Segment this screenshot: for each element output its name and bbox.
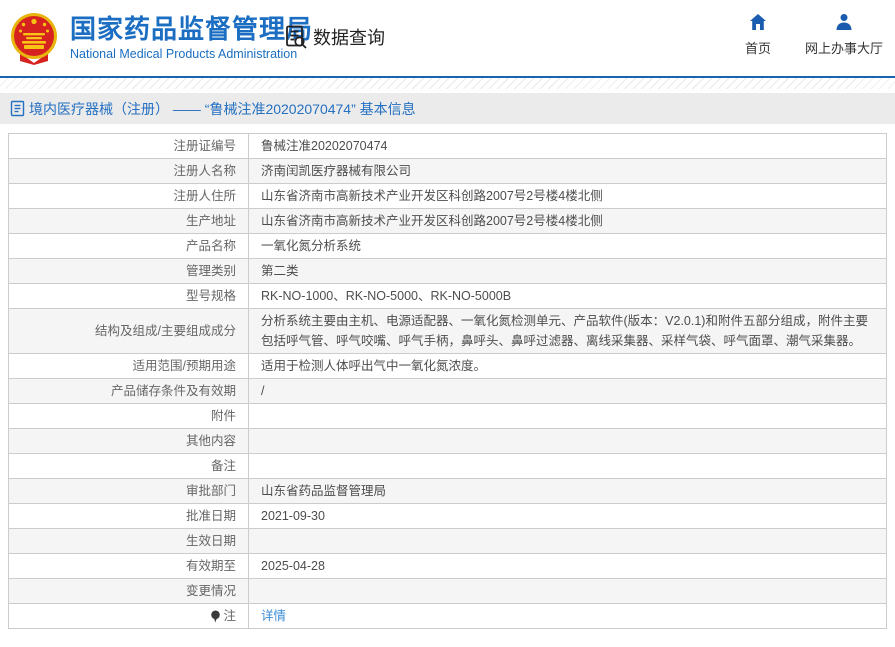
row-value xyxy=(248,528,887,554)
row-label: 附件 xyxy=(8,403,249,429)
row-value: 山东省济南市高新技术产业开发区科创路2007号2号楼4楼北侧 xyxy=(248,183,887,209)
site-header: 国家药品监督管理局 National Medical Products Admi… xyxy=(0,0,895,76)
breadcrumb: 境内医疗器械（注册） —— “鲁械注准20202070474” 基本信息 xyxy=(0,93,895,124)
row-value: 一氧化氮分析系统 xyxy=(248,233,887,259)
table-row: 结构及组成/主要组成成分 分析系统主要由主机、电源适配器、一氧化氮检测单元、产品软… xyxy=(8,308,887,354)
row-label: 其他内容 xyxy=(8,428,249,454)
org-name-cn: 国家药品监督管理局 xyxy=(70,13,314,44)
row-label: 注册证编号 xyxy=(8,133,249,159)
row-value xyxy=(248,403,887,429)
breadcrumb-text: 境内医疗器械（注册） —— “鲁械注准20202070474” 基本信息 xyxy=(29,100,416,117)
row-label: 注 xyxy=(8,603,249,629)
table-row: 备注 xyxy=(8,453,887,479)
row-value: 2025-04-28 xyxy=(248,553,887,579)
row-label: 有效期至 xyxy=(8,553,249,579)
data-query-icon xyxy=(286,25,307,49)
table-row: 附件 xyxy=(8,403,887,429)
table-row: 批准日期 2021-09-30 xyxy=(8,503,887,529)
table-row: 注详情 xyxy=(8,603,887,629)
table-row: 注册人名称 济南闰凯医疗器械有限公司 xyxy=(8,158,887,184)
detail-link[interactable]: 详情 xyxy=(261,609,286,623)
nav-home-label: 首页 xyxy=(744,41,771,56)
row-value: 济南闰凯医疗器械有限公司 xyxy=(248,158,887,184)
row-value: 山东省济南市高新技术产业开发区科创路2007号2号楼4楼北侧 xyxy=(248,208,887,234)
nmpa-logo: 国家药品监督管理局 National Medical Products Admi… xyxy=(10,11,313,65)
note-pin-icon xyxy=(211,610,221,623)
table-row: 管理类别 第二类 xyxy=(8,258,887,284)
nav-home[interactable]: 首页 xyxy=(745,12,771,57)
row-label: 变更情况 xyxy=(8,578,249,604)
row-value: 鲁械注准20202070474 xyxy=(248,133,887,159)
home-icon xyxy=(749,14,766,30)
row-label: 批准日期 xyxy=(8,503,249,529)
document-icon xyxy=(10,100,25,117)
row-value: 2021-09-30 xyxy=(248,503,887,529)
row-label: 生产地址 xyxy=(8,208,249,234)
row-label: 适用范围/预期用途 xyxy=(8,353,249,379)
row-label: 注册人住所 xyxy=(8,183,249,209)
nav-online-service-hall[interactable]: 网上办事大厅 xyxy=(805,12,883,57)
row-label: 产品名称 xyxy=(8,233,249,259)
table-row: 注册证编号 鲁械注准20202070474 xyxy=(8,133,887,159)
user-icon xyxy=(836,14,852,30)
row-label: 注册人名称 xyxy=(8,158,249,184)
row-value xyxy=(248,428,887,454)
registration-info-table: 注册证编号 鲁械注准20202070474 注册人名称 济南闰凯医疗器械有限公司 注册人… xyxy=(8,133,887,629)
data-query-title: 数据查询 xyxy=(283,24,385,50)
row-label: 审批部门 xyxy=(8,478,249,504)
org-name-en: National Medical Products Administration xyxy=(70,47,298,62)
row-label: 产品储存条件及有效期 xyxy=(8,378,249,404)
page: 国家药品监督管理局 National Medical Products Admi… xyxy=(0,0,895,647)
row-value: 山东省药品监督管理局 xyxy=(248,478,887,504)
hatch-band-divider xyxy=(0,78,895,89)
row-value: 详情 xyxy=(248,603,887,629)
row-label: 备注 xyxy=(8,453,249,479)
national-emblem-icon xyxy=(11,13,57,65)
table-row: 生产地址 山东省济南市高新技术产业开发区科创路2007号2号楼4楼北侧 xyxy=(8,208,887,234)
row-value: 适用于检测人体呼出气中一氧化氮浓度。 xyxy=(248,353,887,379)
table-row: 审批部门 山东省药品监督管理局 xyxy=(8,478,887,504)
row-value xyxy=(248,453,887,479)
table-row: 其他内容 xyxy=(8,428,887,454)
data-query-label: 数据查询 xyxy=(313,28,385,48)
row-value: 第二类 xyxy=(248,258,887,284)
row-label: 型号规格 xyxy=(8,283,249,309)
table-row: 有效期至 2025-04-28 xyxy=(8,553,887,579)
row-label: 生效日期 xyxy=(8,528,249,554)
row-value xyxy=(248,578,887,604)
table-row: 变更情况 xyxy=(8,578,887,604)
table-row: 注册人住所 山东省济南市高新技术产业开发区科创路2007号2号楼4楼北侧 xyxy=(8,183,887,209)
table-row: 型号规格 RK-NO-1000、RK-NO-5000、RK-NO-5000B xyxy=(8,283,887,309)
table-row: 适用范围/预期用途 适用于检测人体呼出气中一氧化氮浓度。 xyxy=(8,353,887,379)
table-row: 生效日期 xyxy=(8,528,887,554)
row-value: / xyxy=(248,378,887,404)
row-label: 管理类别 xyxy=(8,258,249,284)
row-value: 分析系统主要由主机、电源适配器、一氧化氮检测单元、产品软件(版本：V2.0.1)… xyxy=(248,308,887,354)
row-value: RK-NO-1000、RK-NO-5000、RK-NO-5000B xyxy=(248,283,887,309)
header-nav: 首页 网上办事大厅 xyxy=(745,12,883,57)
table-row: 产品名称 一氧化氮分析系统 xyxy=(8,233,887,259)
table-row: 产品储存条件及有效期 / xyxy=(8,378,887,404)
nav-hall-label: 网上办事大厅 xyxy=(804,41,883,56)
row-label: 结构及组成/主要组成成分 xyxy=(8,308,249,354)
